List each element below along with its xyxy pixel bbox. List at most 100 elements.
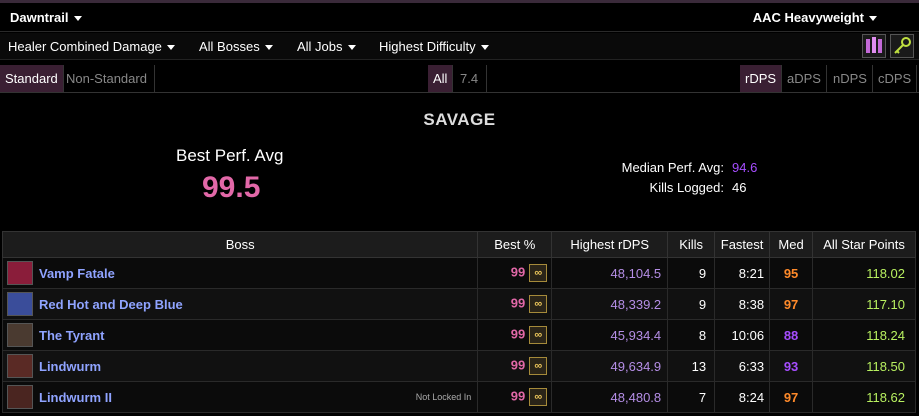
rdps-value: 49,634.9 [551,350,669,382]
metric-dropdown[interactable]: Healer Combined Damage [8,39,175,54]
table-header-row: Boss Best % Highest rDPS Kills Fastest M… [1,231,916,258]
header-fastest[interactable]: Fastest [714,231,771,258]
difficulty-filter-label: Highest Difficulty [379,39,476,54]
table-row[interactable]: Lindwurm II Not Locked In 99 ∞ 48,480.8 7 8:24… [1,381,916,413]
asp-value: 118.02 [812,257,916,289]
best-value: 99 [510,388,526,404]
expansion-dropdown[interactable]: Dawntrail [10,10,82,25]
log-link-icon[interactable]: ∞ [529,264,548,282]
fastest-value: 10:06 [714,319,771,351]
tab-non-standard[interactable]: Non-Standard [61,65,155,92]
boss-portrait-icon [7,354,33,378]
log-link-icon[interactable]: ∞ [529,326,548,344]
boss-table: Boss Best % Highest rDPS Kills Fastest M… [1,231,916,413]
kills-label: Kills Logged: [649,180,724,195]
tab-patch-7-4[interactable]: 7.4 [455,65,487,92]
key-icon[interactable] [890,34,914,58]
boss-portrait-icon [7,323,33,347]
best-cell: 99 ∞ [477,381,553,413]
fastest-value: 8:38 [714,288,771,320]
job-dropdown[interactable]: All Jobs [297,39,356,54]
boss-portrait-icon [7,385,33,409]
boss-portrait-icon [7,261,33,285]
boss-cell: Lindwurm [1,350,479,382]
tab-standard[interactable]: Standard [0,65,64,92]
header-asp[interactable]: All Star Points [812,231,916,258]
table-row[interactable]: The Tyrant 99 ∞ 45,934.4 8 10:06 88 118.24 [1,319,916,351]
med-value: 88 [769,319,814,351]
expansion-label: Dawntrail [10,10,69,25]
boss-link[interactable]: Red Hot and Deep Blue [39,297,183,312]
median-label: Median Perf. Avg: [621,160,724,175]
server-label: AAC Heavyweight [752,10,864,25]
fastest-value: 6:33 [714,350,771,382]
boss-portrait-icon [7,292,33,316]
server-dropdown[interactable]: AAC Heavyweight [753,10,877,25]
chevron-down-icon [166,45,175,51]
best-cell: 99 ∞ [477,257,553,289]
best-cell: 99 ∞ [477,350,553,382]
tab-rdps[interactable]: rDPS [740,65,783,92]
header-kills[interactable]: Kills [667,231,716,258]
log-link-icon[interactable]: ∞ [529,357,548,375]
median-value: 94.6 [732,160,758,175]
summary-panel: SAVAGE Best Perf. Avg 99.5 Median Perf. … [0,93,919,227]
job-icon[interactable] [862,34,886,58]
chevron-down-icon [480,45,489,51]
kills-value: 13 [667,350,716,382]
best-value: 99 [510,326,526,342]
fastest-value: 8:24 [714,381,771,413]
difficulty-dropdown[interactable]: Highest Difficulty [379,39,489,54]
header-med[interactable]: Med [769,231,814,258]
log-link-icon[interactable]: ∞ [529,295,548,313]
boss-cell: Lindwurm II Not Locked In [1,381,479,413]
asp-value: 118.50 [812,350,916,382]
boss-link[interactable]: Vamp Fatale [39,266,115,281]
rdps-value: 48,104.5 [551,257,669,289]
tab-ndps[interactable]: nDPS [828,65,873,92]
boss-link[interactable]: Lindwurm [39,359,101,374]
med-value: 93 [769,350,814,382]
boss-cell: Red Hot and Deep Blue [1,288,479,320]
kills-value: 46 [732,180,747,195]
header-best[interactable]: Best % [477,231,553,258]
best-cell: 99 ∞ [477,288,553,320]
tab-adps[interactable]: aDPS [782,65,827,92]
rdps-value: 48,480.8 [551,381,669,413]
kills-value: 7 [667,381,716,413]
chevron-down-icon [73,16,82,22]
best-perf-value: 99.5 [202,171,261,204]
table-row[interactable]: Lindwurm 99 ∞ 49,634.9 13 6:33 93 118.50 [1,350,916,382]
table-row[interactable]: Red Hot and Deep Blue 99 ∞ 48,339.2 9 8:38 97 1… [1,288,916,320]
boss-cell: The Tyrant [1,319,479,351]
tab-cdps[interactable]: cDPS [873,65,918,92]
log-link-icon[interactable]: ∞ [529,388,548,406]
asp-value: 118.24 [812,319,916,351]
med-value: 95 [769,257,814,289]
med-value: 97 [769,381,814,413]
best-value: 99 [510,264,526,280]
boss-link[interactable]: Lindwurm II [39,390,112,405]
chevron-down-icon [264,45,273,51]
difficulty-title: SAVAGE [423,110,496,129]
asp-value: 118.62 [812,381,916,413]
chevron-down-icon [347,45,356,51]
header-rdps[interactable]: Highest rDPS [551,231,669,258]
boss-filter-label: All Bosses [199,39,260,54]
tab-all-patches[interactable]: All [428,65,454,92]
chevron-down-icon [869,16,877,22]
boss-dropdown[interactable]: All Bosses [199,39,273,54]
boss-link[interactable]: The Tyrant [39,328,105,343]
boss-cell: Vamp Fatale [1,257,479,289]
metric-label: Healer Combined Damage [8,39,162,54]
kills-value: 8 [667,319,716,351]
job-filter-label: All Jobs [297,39,343,54]
lock-note: Not Locked In [415,392,472,402]
kills-value: 9 [667,288,716,320]
header-boss[interactable]: Boss [1,231,479,258]
med-value: 97 [769,288,814,320]
filter-bar: Healer Combined Damage All Bosses All Jo… [0,33,919,60]
best-value: 99 [510,295,526,311]
table-row[interactable]: Vamp Fatale 99 ∞ 48,104.5 9 8:21 95 118.02 [1,257,916,289]
mode-bar: Standard Non-Standard All 7.4 rDPS aDPS … [0,61,919,93]
